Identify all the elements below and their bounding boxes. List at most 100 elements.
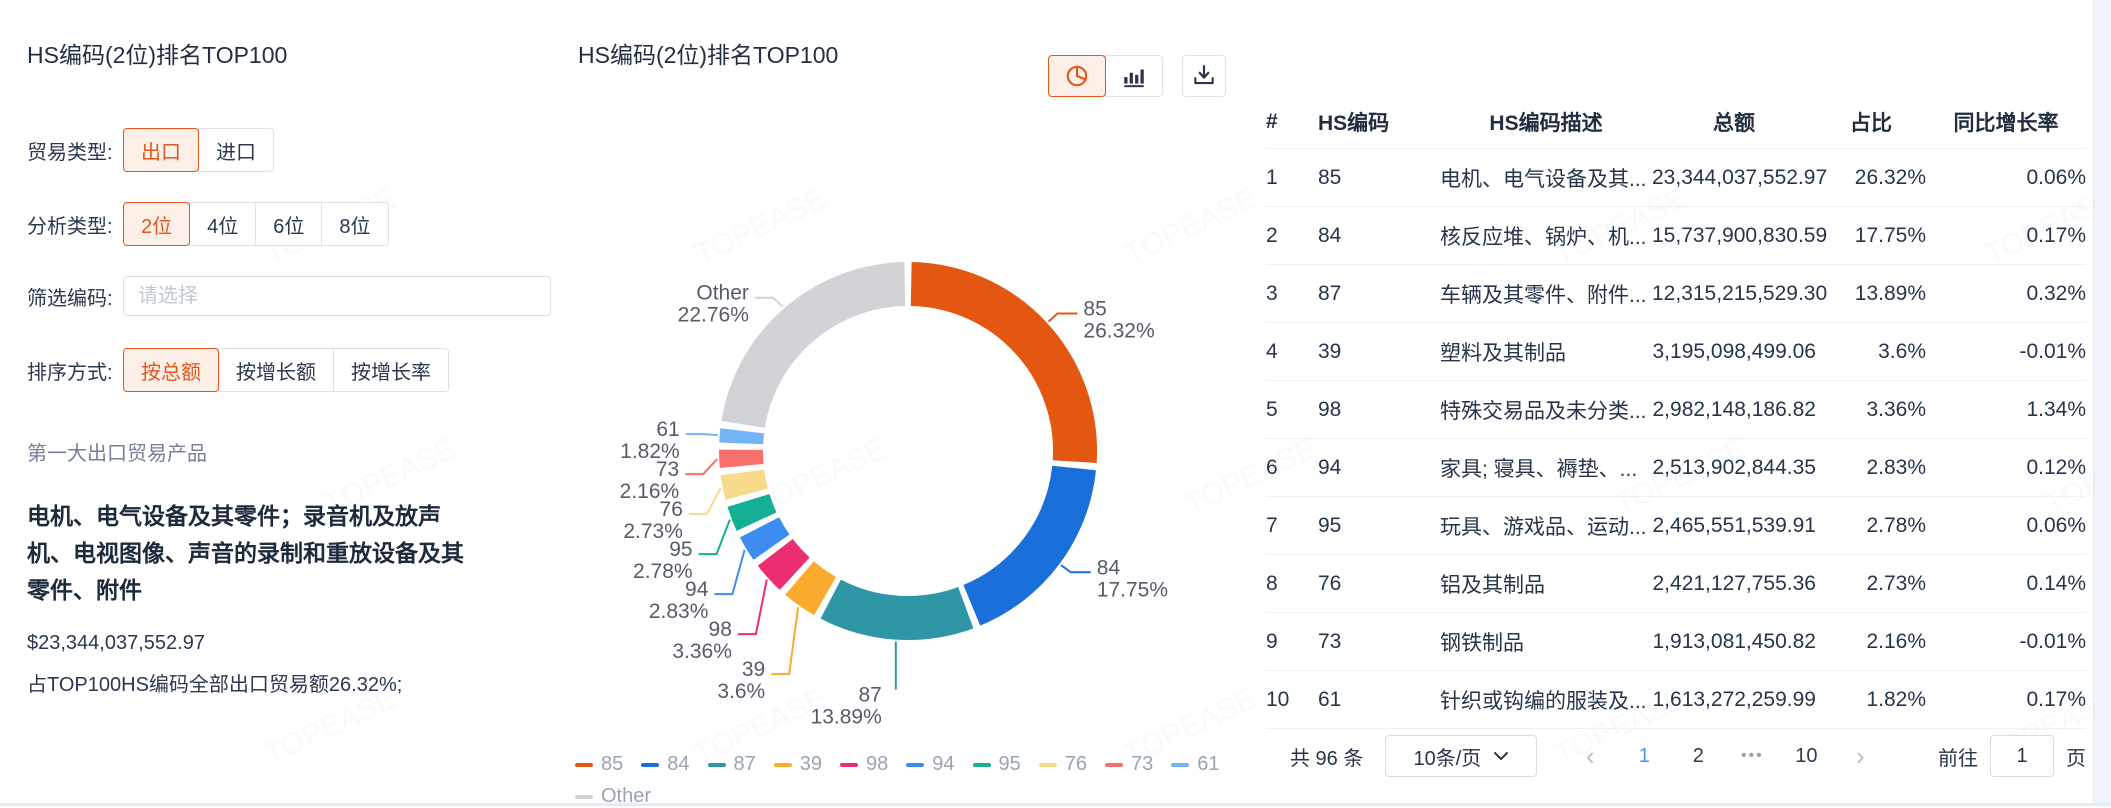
ranking-table-panel: # HS编码 HS编码描述 总额 占比 同比增长率 1 85 电机、电气设备及其... 23,3… [1266,96,2086,729]
trade-type-label: 贸易类型: [27,141,113,164]
download-icon [1194,65,1214,85]
slice-label: 98 [709,618,732,641]
donut-slice-61[interactable] [719,428,765,445]
donut-slice-39[interactable] [785,560,837,616]
column-header-2: HS编码 [1318,112,1390,135]
table-cell: 车辆及其零件、附件... [1440,264,1652,323]
table-cell: 0.17% [1926,206,2086,265]
table-row: 6 94 家具; 寝具、褥垫、... 2,513,902,844.35 2.83% 0.1… [1266,438,2086,497]
column-header-5: 占比 [1850,112,1892,135]
donut-slice-94[interactable] [739,516,790,560]
page-size-value: 10条/页 [1413,747,1482,770]
analysis-type-group: 2位 4位 6位 8位 [123,202,389,246]
legend-label: 84 [667,753,690,775]
bar-view-button[interactable] [1105,55,1163,97]
legend-item-87[interactable]: 87 [707,753,756,776]
scrollbar-strip[interactable] [2093,0,2111,806]
table-cell: 3.6% [1816,322,1926,381]
table-cell: 铝及其制品 [1440,554,1652,613]
legend-label: 95 [998,753,1021,775]
legend-item-39[interactable]: 39 [773,753,822,776]
slice-label: 39 [742,658,765,681]
table-cell: 2.16% [1816,612,1926,671]
analysis-type-2-button[interactable]: 2位 [123,202,191,246]
legend-item-61[interactable]: 61 [1171,753,1220,776]
analysis-type-6-button[interactable]: 6位 [255,202,323,246]
trade-type-group: 出口 进口 [123,128,274,172]
donut-slice-87[interactable] [820,579,974,640]
table-header-row: # HS编码 HS编码描述 总额 占比 同比增长率 [1266,96,2086,149]
slice-label: 13.89% [811,706,882,729]
table-cell: 3.36% [1816,380,1926,439]
page-button-1[interactable]: 1 [1617,745,1671,768]
label-line [688,487,722,516]
donut-slice-98[interactable] [757,538,810,590]
legend-item-73[interactable]: 73 [1105,753,1153,776]
next-page-button[interactable]: › [1833,743,1887,769]
analysis-type-4-button[interactable]: 4位 [189,202,257,246]
label-line [737,579,768,636]
donut-slice-85[interactable] [910,262,1098,463]
table-cell: 15,737,900,830.59 [1652,206,1827,265]
pie-chart-icon [1066,65,1088,87]
chevron-down-icon [1494,752,1509,761]
label-line [698,519,731,556]
legend-dash [575,762,593,767]
analysis-type-8-button[interactable]: 8位 [321,202,389,246]
more-pages-button[interactable]: ••• [1725,747,1779,765]
legend-item-94[interactable]: 94 [906,753,955,776]
table-cell: 1.34% [1926,380,2086,439]
trade-type-import-button[interactable]: 进口 [198,128,274,172]
legend-item-98[interactable]: 98 [840,753,888,776]
legend-item-85[interactable]: 85 [575,753,623,776]
download-button[interactable] [1182,55,1226,97]
page-button-2[interactable]: 2 [1671,745,1725,768]
goto-label: 前往 [1938,747,1978,770]
legend-label: 87 [733,753,756,775]
table-row: 2 84 核反应堆、锅炉、机... 15,737,900,830.59 17.75% 0.… [1266,206,2086,265]
donut-slice-73[interactable] [719,449,764,469]
slice-label: 87 [858,684,881,707]
sort-by-growth-amount-button[interactable]: 按增长额 [218,348,334,392]
pie-view-button[interactable] [1048,55,1106,97]
label-line [1060,564,1091,574]
legend-dash [840,762,858,767]
table-cell: 2.73% [1816,554,1926,613]
table-cell: 39 [1318,322,1440,381]
table-cell: 玩具、游戏品、运动... [1440,496,1652,555]
table-cell: 0.12% [1926,438,2086,497]
donut-slice-95[interactable] [727,493,777,531]
legend-item-84[interactable]: 84 [641,753,690,776]
prev-page-button[interactable]: ‹ [1563,743,1617,769]
slice-label: 94 [685,578,709,601]
legend-item-95[interactable]: 95 [972,753,1021,776]
table-cell: 9 [1266,612,1318,671]
legend-label: 76 [1064,753,1087,775]
chart-legend: 85 84 87 39 98 94 95 76 73 61 Other [575,753,1265,808]
table-cell: 95 [1318,496,1440,555]
donut-slice-Other[interactable] [721,262,906,429]
label-line [685,458,718,476]
slice-label: 61 [656,418,679,441]
sort-mode-row: 排序方式: 按总额 按增长额 按增长率 [27,348,449,392]
legend-item-76[interactable]: 76 [1038,753,1087,776]
slice-label: 3.36% [672,640,732,663]
legend-dash [773,762,792,767]
donut-slice-84[interactable] [962,465,1096,626]
donut-chart: 8713.89%8526.32%8417.75%Other22.76%611.8… [620,262,1168,729]
table-cell: 17.75% [1816,206,1926,265]
column-header-4: 总额 [1713,112,1755,135]
donut-slice-76[interactable] [720,469,769,500]
goto-page-input[interactable] [1990,735,2054,777]
top-product-name: 电机、电气设备及其零件；录音机及放声机、电视图像、声音的录制和重放设备及其零件、… [27,503,464,603]
slice-label: Other [696,282,749,305]
page-size-select[interactable]: 10条/页 [1385,735,1538,777]
sort-by-total-button[interactable]: 按总额 [123,348,219,392]
trade-type-export-button[interactable]: 出口 [123,128,199,172]
table-cell: 26.32% [1816,148,1926,207]
legend-label: 39 [799,753,822,775]
legend-label: 98 [866,753,889,775]
page-button-10[interactable]: 10 [1779,745,1833,768]
table-cell: 6 [1266,438,1318,497]
legend-dash [1038,762,1057,767]
